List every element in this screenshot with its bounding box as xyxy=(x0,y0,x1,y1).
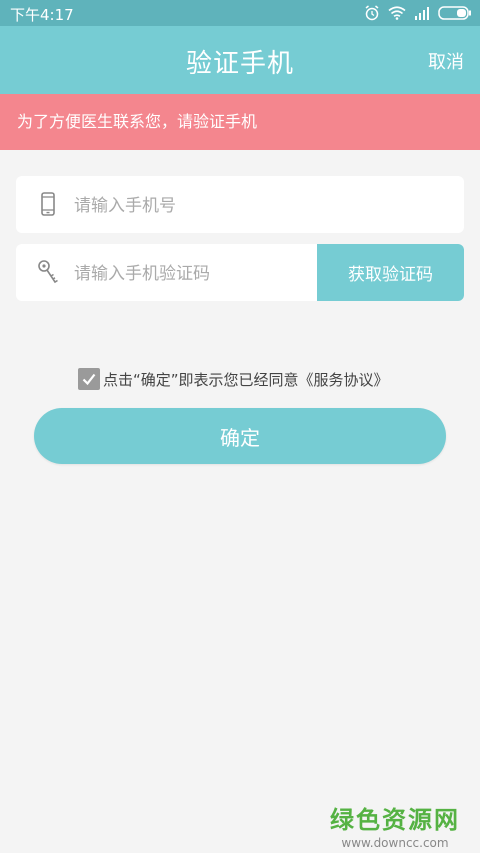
wifi-icon xyxy=(388,6,406,20)
signal-icon xyxy=(415,7,429,20)
verification-code-field: 获取验证码 xyxy=(16,244,464,301)
status-icons xyxy=(364,4,472,22)
watermark-url: www.downcc.com xyxy=(341,836,449,850)
key-icon xyxy=(38,260,58,284)
agreement-checkbox[interactable] xyxy=(78,368,100,390)
cancel-button[interactable]: 取消 xyxy=(428,48,464,74)
alarm-icon xyxy=(365,5,379,21)
notice-banner: 为了方便医生联系您，请验证手机 xyxy=(0,94,480,150)
confirm-button[interactable]: 确定 xyxy=(34,408,446,464)
watermark-title: 绿色资源网 xyxy=(330,806,460,834)
battery-icon xyxy=(438,6,471,20)
phone-field xyxy=(16,176,464,233)
status-time: 下午4:17 xyxy=(10,6,74,24)
page-title: 验证手机 xyxy=(185,49,294,79)
notice-text: 为了方便医生联系您，请验证手机 xyxy=(17,112,258,131)
agreement-row: 点击“确定”即表示您已经同意《服务协议》 xyxy=(78,367,389,391)
phone-icon xyxy=(41,192,55,216)
agreement-text[interactable]: 点击“确定”即表示您已经同意《服务协议》 xyxy=(103,369,389,390)
get-code-button[interactable]: 获取验证码 xyxy=(317,244,464,301)
phone-input[interactable] xyxy=(72,176,326,233)
watermark: 绿色资源网 www.downcc.com xyxy=(330,800,460,850)
checkmark-icon xyxy=(82,373,96,386)
status-bar: 下午4:17 xyxy=(0,0,480,26)
title-bar: 验证手机 取消 xyxy=(0,26,480,94)
verification-code-input[interactable] xyxy=(72,244,326,301)
